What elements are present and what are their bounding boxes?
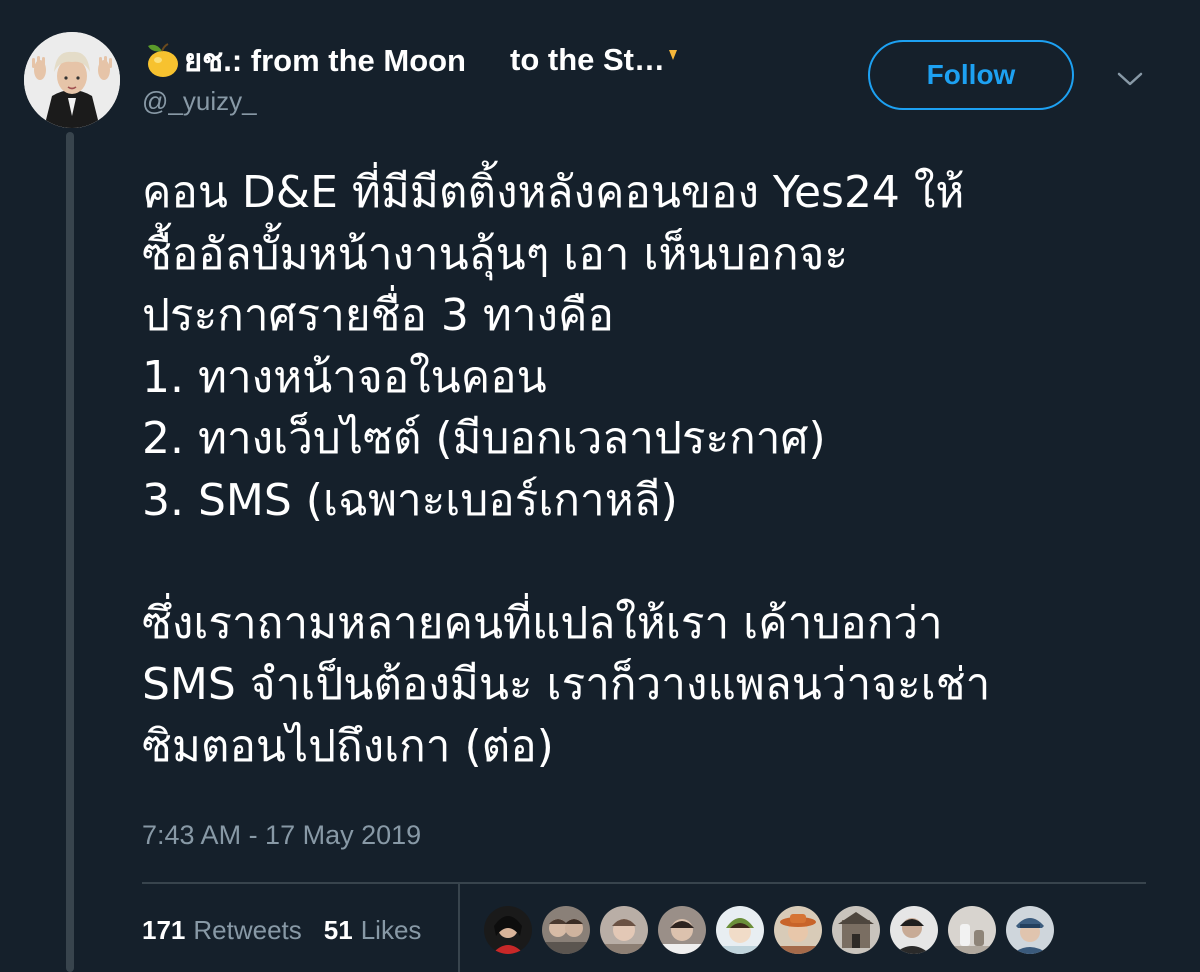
tweet-text: คอน D&E ที่มีมีตติ้งหลังคอนของ Yes24 ให้… <box>142 162 1172 777</box>
liker-avatar[interactable] <box>716 906 764 954</box>
display-name-suffix: to the St… <box>510 42 665 77</box>
tweet-line: ประกาศรายชื่อ 3 ทางคือ <box>142 290 614 341</box>
liker-avatar[interactable] <box>1006 906 1054 954</box>
tweet-timestamp[interactable]: 7:43 AM - 17 May 2019 <box>142 820 421 851</box>
user-handle[interactable]: @_yuizy_ <box>142 86 257 117</box>
display-name-prefix: ยช.: from the Moon <box>184 43 466 78</box>
tweet-line: คอน D&E ที่มีมีตติ้งหลังคอนของ Yes24 ให้ <box>142 167 965 218</box>
tweet-line: 2. ทางเว็บไซต์ (มีบอกเวลาประกาศ) <box>142 413 826 464</box>
tweet-line: 3. SMS (เฉพาะเบอร์เกาหลี) <box>142 474 678 526</box>
crescent-moon-icon <box>468 40 508 80</box>
retweets-label: Retweets <box>193 914 302 945</box>
tweet-line: ซิมตอนไปถึงเกา (ต่อ) <box>142 720 554 772</box>
chevron-down-icon[interactable] <box>1112 64 1148 94</box>
stats-vertical-divider <box>458 884 460 972</box>
liker-avatar[interactable] <box>542 906 590 954</box>
user-avatar[interactable] <box>24 32 120 128</box>
liker-avatars <box>484 906 1054 954</box>
tweet-line <box>142 531 1172 593</box>
likes-count: 51 <box>323 914 353 945</box>
user-display-name[interactable]: ยช.: from the Moon to the St… <box>142 36 679 84</box>
thread-line <box>66 132 74 972</box>
star-icon <box>667 48 679 72</box>
liker-avatar[interactable] <box>832 906 880 954</box>
mango-icon <box>142 40 182 80</box>
liker-avatar[interactable] <box>774 906 822 954</box>
likes-stat[interactable]: 51 Likes <box>324 915 422 946</box>
stats-divider <box>142 882 1146 884</box>
retweets-stat[interactable]: 171 Retweets <box>142 915 302 946</box>
tweet-line: 1. ทางหน้าจอในคอน <box>142 351 547 403</box>
tweet-stats: 171 Retweets 51 Likes <box>142 910 443 950</box>
liker-avatar[interactable] <box>484 906 532 954</box>
liker-avatar[interactable] <box>600 906 648 954</box>
tweet-page: ยช.: from the Moon to the St… @_yuizy_ F… <box>0 0 1200 972</box>
tweet-line: SMS จำเป็นต้องมีนะ เราก็วางแพลนว่าจะเช่า <box>142 659 991 710</box>
retweets-count: 171 <box>142 914 186 945</box>
liker-avatar[interactable] <box>948 906 996 954</box>
tweet-line: ซื้ออัลบั้มหน้างานลุ้นๆ เอา เห็นบอกจะ <box>142 228 849 280</box>
liker-avatar[interactable] <box>658 906 706 954</box>
liker-avatar[interactable] <box>890 906 938 954</box>
follow-button[interactable]: Follow <box>868 40 1074 110</box>
tweet-line: ซึ่งเราถามหลายคนที่แปลให้เรา เค้าบอกว่า <box>142 597 943 649</box>
likes-label: Likes <box>360 914 422 945</box>
